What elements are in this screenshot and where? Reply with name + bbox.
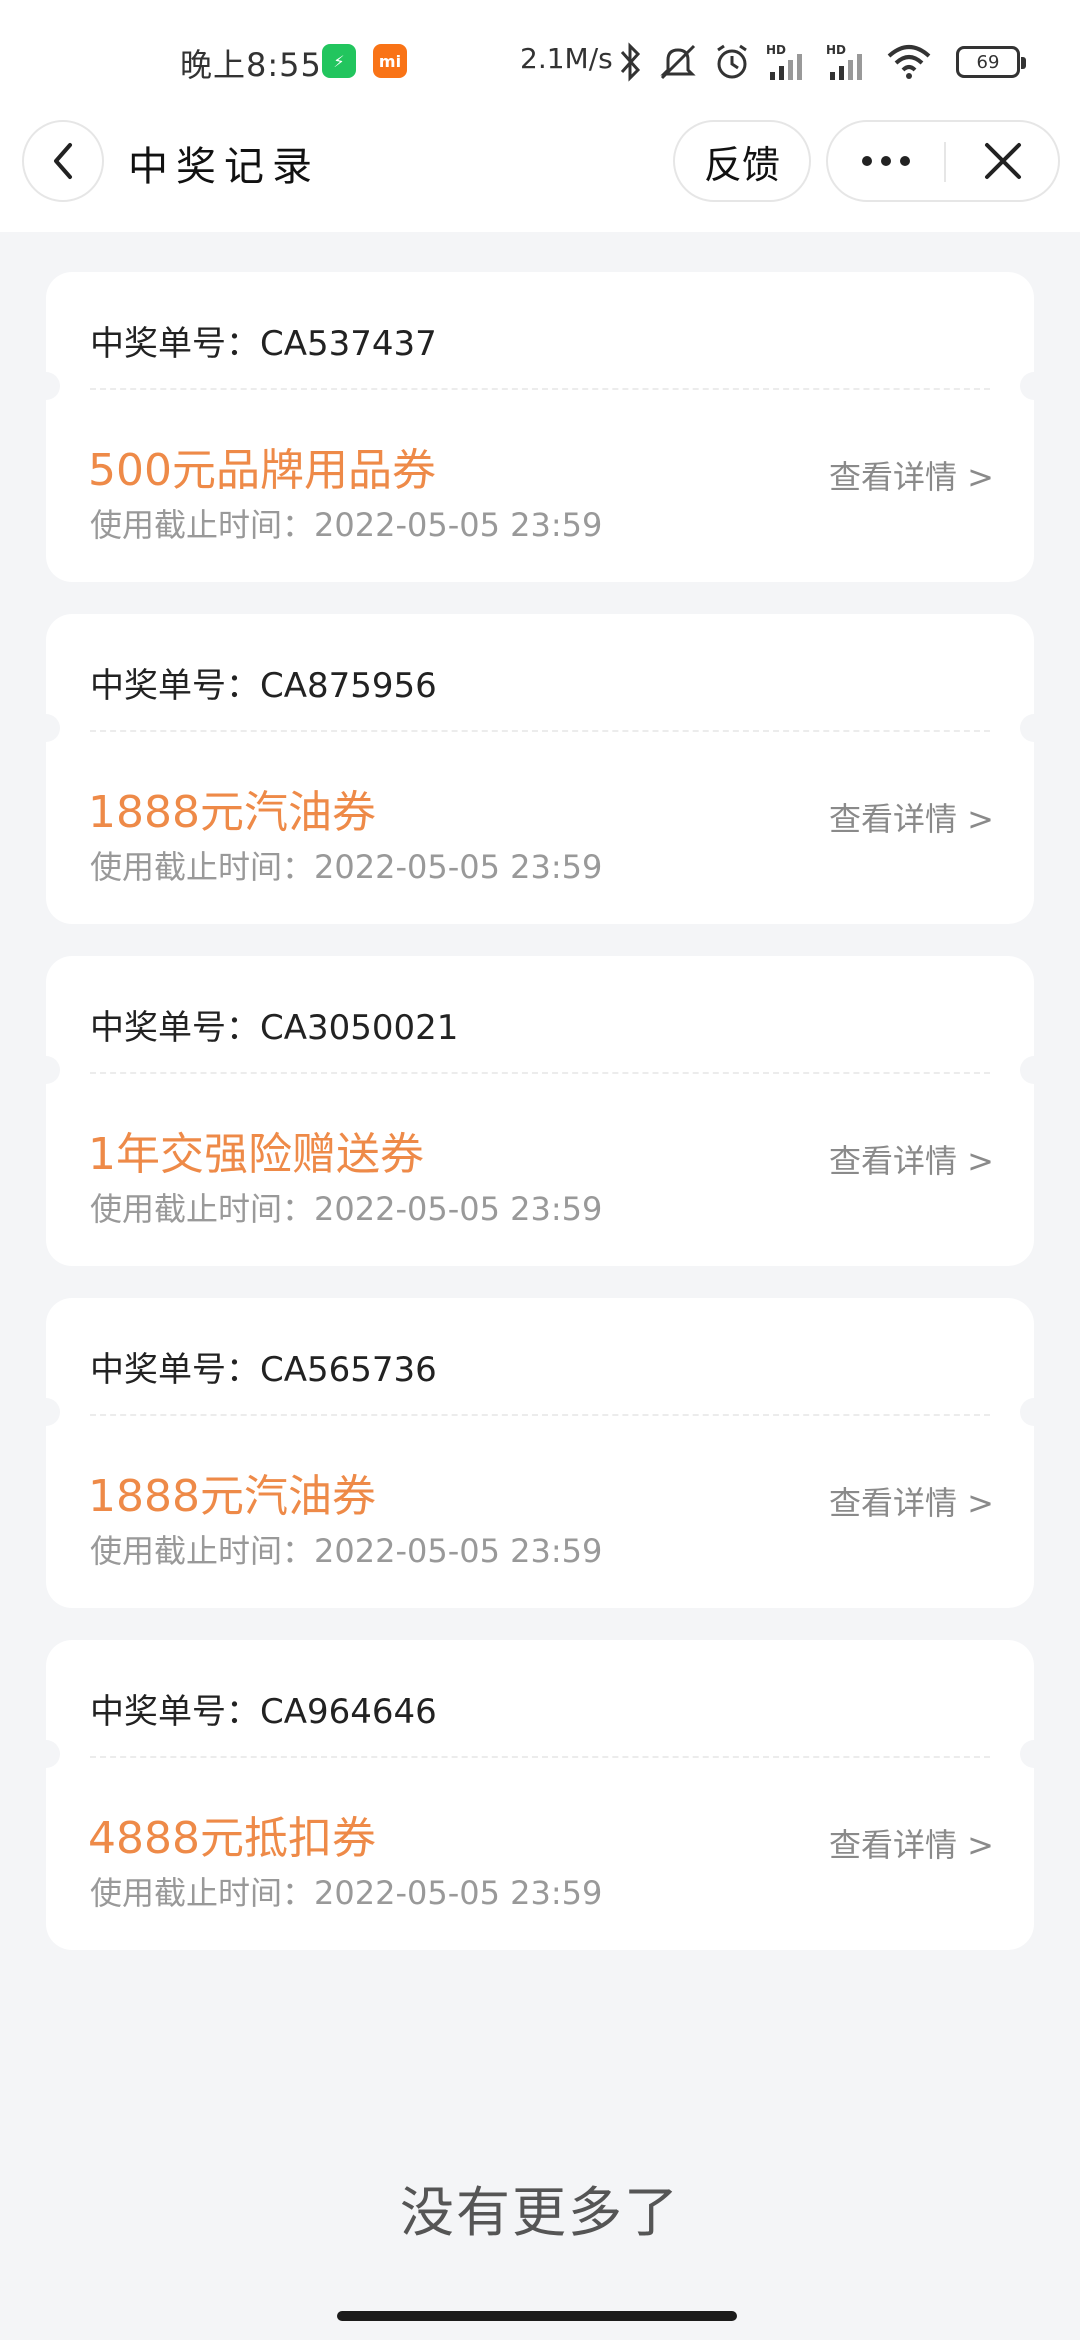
- ticket-perforation: [90, 388, 990, 390]
- prize-record-card[interactable]: 中奖单号：CA537437 500元品牌用品券 使用截止时间：2022-05-0…: [32, 272, 1048, 582]
- prize-record-card[interactable]: 中奖单号：CA875956 1888元汽油券 使用截止时间：2022-05-05…: [32, 614, 1048, 924]
- ticket-notch: [1020, 1056, 1048, 1084]
- svg-text:HD: HD: [826, 43, 846, 57]
- view-details-link[interactable]: 查看详情 >: [829, 1478, 994, 1524]
- ticket-perforation: [90, 1414, 990, 1416]
- order-number: 中奖单号：CA537437: [90, 324, 437, 364]
- deadline: 使用截止时间：2022-05-05 23:59: [90, 506, 603, 544]
- status-time: 晚上8:55: [180, 46, 322, 84]
- back-button[interactable]: [22, 120, 104, 202]
- deadline: 使用截止时间：2022-05-05 23:59: [90, 1874, 603, 1912]
- feedback-button[interactable]: 反馈: [673, 120, 811, 202]
- ticket-notch: [32, 1398, 60, 1426]
- view-details-link[interactable]: 查看详情 >: [829, 1136, 994, 1182]
- prize-record-list: 中奖单号：CA537437 500元品牌用品券 使用截止时间：2022-05-0…: [32, 272, 1048, 1982]
- hd-signal-icon: HD: [826, 43, 862, 80]
- page: 晚上8:55 ⚡ mi 2.1M/s HD HD 69 中奖记录 反馈 中奖单号…: [0, 0, 1080, 2340]
- view-details-link[interactable]: 查看详情 >: [829, 1820, 994, 1866]
- prize-record-card[interactable]: 中奖单号：CA565736 1888元汽油券 使用截止时间：2022-05-05…: [32, 1298, 1048, 1608]
- close-icon: [985, 143, 1021, 179]
- chevron-left-icon: [54, 143, 72, 179]
- ticket-notch: [1020, 372, 1048, 400]
- nav-bar: 中奖记录 反馈: [0, 110, 1080, 232]
- wifi-icon: [887, 45, 931, 79]
- ticket-perforation: [90, 1756, 990, 1758]
- status-bar: 晚上8:55 ⚡ mi 2.1M/s HD HD 69: [0, 0, 1080, 120]
- shield-app-icon: ⚡: [322, 44, 356, 78]
- home-indicator[interactable]: [337, 2311, 737, 2321]
- ticket-notch: [1020, 1740, 1048, 1768]
- mi-app-icon: mi: [373, 44, 407, 78]
- deadline: 使用截止时间：2022-05-05 23:59: [90, 848, 603, 886]
- view-details-link[interactable]: 查看详情 >: [829, 794, 994, 840]
- ticket-notch: [1020, 714, 1048, 742]
- close-button[interactable]: [946, 122, 1060, 200]
- order-number: 中奖单号：CA964646: [90, 1692, 437, 1732]
- ticket-notch: [32, 714, 60, 742]
- view-details-link[interactable]: 查看详情 >: [829, 452, 994, 498]
- order-number: 中奖单号：CA565736: [90, 1350, 437, 1390]
- prize-name: 1888元汽油券: [88, 787, 376, 838]
- prize-name: 4888元抵扣券: [88, 1813, 376, 1864]
- prize-record-card[interactable]: 中奖单号：CA3050021 1年交强险赠送券 使用截止时间：2022-05-0…: [32, 956, 1048, 1266]
- prize-record-card[interactable]: 中奖单号：CA964646 4888元抵扣券 使用截止时间：2022-05-05…: [32, 1640, 1048, 1950]
- prize-name: 1年交强险赠送券: [88, 1129, 424, 1180]
- page-title: 中奖记录: [128, 144, 320, 190]
- status-icons: HD HD: [618, 38, 932, 86]
- network-speed: 2.1M/s: [520, 42, 613, 75]
- more-dots-icon: [862, 156, 910, 166]
- more-button[interactable]: [828, 122, 944, 200]
- deadline: 使用截止时间：2022-05-05 23:59: [90, 1190, 603, 1228]
- ticket-notch: [32, 1056, 60, 1084]
- hd-signal-icon: HD: [766, 43, 802, 80]
- ticket-notch: [32, 1740, 60, 1768]
- svg-text:HD: HD: [766, 43, 786, 57]
- battery-icon: 69: [956, 46, 1026, 78]
- bluetooth-icon: [620, 42, 641, 82]
- mute-icon: [660, 44, 696, 80]
- deadline: 使用截止时间：2022-05-05 23:59: [90, 1532, 603, 1570]
- mini-program-capsule: [826, 120, 1060, 202]
- no-more-text: 没有更多了: [400, 2181, 680, 2244]
- order-number: 中奖单号：CA875956: [90, 666, 437, 706]
- ticket-notch: [32, 372, 60, 400]
- prize-name: 1888元汽油券: [88, 1471, 376, 1522]
- order-number: 中奖单号：CA3050021: [90, 1008, 459, 1048]
- battery-level: 69: [976, 51, 1000, 73]
- ticket-perforation: [90, 1072, 990, 1074]
- ticket-notch: [1020, 1398, 1048, 1426]
- prize-name: 500元品牌用品券: [88, 445, 436, 496]
- ticket-perforation: [90, 730, 990, 732]
- alarm-icon: [717, 44, 747, 79]
